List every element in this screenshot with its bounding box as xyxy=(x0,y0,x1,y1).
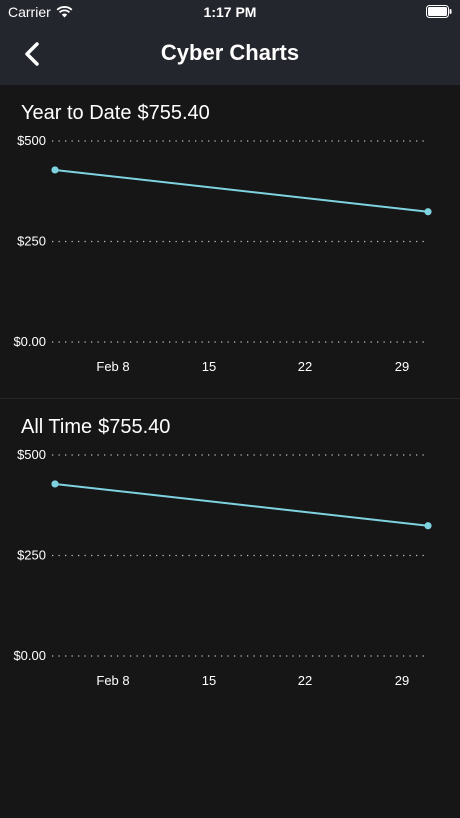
x-tick-label: 22 xyxy=(298,359,312,374)
navigation-bar: Cyber Charts xyxy=(0,24,460,85)
x-tick-label: Feb 8 xyxy=(96,673,129,688)
line-chart: $0.00 $250 $500 Feb 8 15 22 29 xyxy=(13,133,432,374)
y-tick-label: $250 xyxy=(17,234,46,249)
battery-icon xyxy=(426,5,452,18)
y-tick-label: $0.00 xyxy=(13,648,46,663)
chart-label: All Time xyxy=(21,416,93,438)
x-tick-label: 15 xyxy=(202,359,216,374)
y-tick-label: $500 xyxy=(17,133,46,148)
x-tick-label: 29 xyxy=(395,359,409,374)
x-tick-label: 22 xyxy=(298,673,312,688)
status-bar: Carrier 1:17 PM xyxy=(0,0,460,24)
data-point xyxy=(51,166,59,174)
y-tick-label: $250 xyxy=(17,548,46,563)
data-point xyxy=(51,480,59,488)
series-line xyxy=(54,482,429,527)
x-tick-label: 15 xyxy=(202,673,216,688)
chart-title: All Time $755.40 xyxy=(21,416,170,439)
line-chart: $0.00 $250 $500 Feb 8 15 22 29 xyxy=(13,447,432,688)
chart-title: Year to Date $755.40 xyxy=(21,102,210,125)
chart-year-to-date: $0.00 $250 $500 Feb 8 15 22 29 Year to Date $7… xyxy=(0,85,460,399)
data-point xyxy=(424,208,432,216)
chart-label: Year to Date xyxy=(21,102,132,124)
x-tick-label: Feb 8 xyxy=(96,359,129,374)
series-line xyxy=(54,168,429,213)
chart-all-time: $0.00 $250 $500 Feb 8 15 22 29 All Time $755.4… xyxy=(0,399,460,712)
status-time: 1:17 PM xyxy=(203,4,257,20)
chart-total: $755.40 xyxy=(98,416,171,438)
data-point xyxy=(424,522,432,530)
y-tick-label: $0.00 xyxy=(13,334,46,349)
y-tick-label: $500 xyxy=(17,447,46,462)
x-tick-label: 29 xyxy=(395,673,409,688)
nav-title: Cyber Charts xyxy=(160,40,300,65)
chart-total: $755.40 xyxy=(137,102,210,124)
